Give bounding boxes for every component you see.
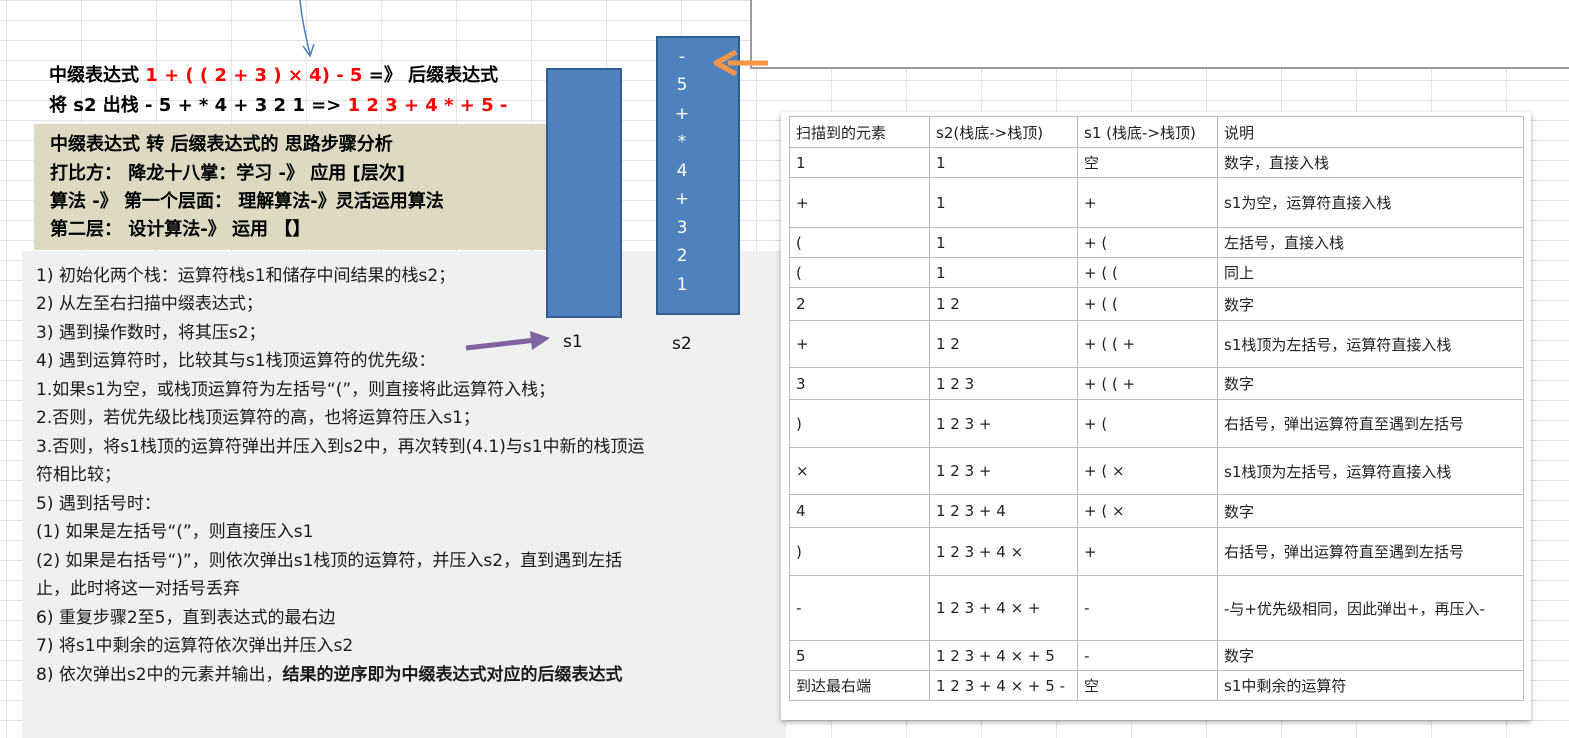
cell: s1中剩余的运算符 <box>1217 670 1524 701</box>
table-row: 41 2 3 + 4 + ( × 数字 <box>789 494 1524 528</box>
cell: 1 <box>789 147 930 178</box>
cell: 1 2 3 + <box>929 399 1078 448</box>
cell: ) <box>789 527 930 576</box>
table-row: 到达最右端 1 2 3 + 4 × + 5 - 空 s1中剩余的运算符 <box>789 670 1524 701</box>
cell: s1栈顶为左括号，运算符直接入栈 <box>1217 447 1524 495</box>
table-row: (1 + (左括号，直接入栈 <box>789 227 1524 258</box>
table-row: -1 2 3 + 4 × + - -与+优先级相同，因此弹出+，再压入- <box>789 575 1524 641</box>
table-row: × 1 2 3 + + ( × s1栈顶为左括号，运算符直接入栈 <box>789 447 1524 495</box>
conversion-table: 扫描到的元素 s2(栈底->栈顶) s1 (栈底->栈顶) 说明 1 1 空数字，直… <box>789 116 1524 701</box>
cell: - <box>1077 640 1218 671</box>
cell: 右括号，弹出运算符直至遇到左括号 <box>1217 527 1524 576</box>
conversion-table-card: 扫描到的元素 s2(栈底->栈顶) s1 (栈底->栈顶) 说明 1 1 空数字，直… <box>781 112 1531 720</box>
cell: 1 2 3 + 4 × <box>929 527 1078 576</box>
cell: 1 2 3 + 4 <box>929 494 1078 528</box>
cell: + <box>789 320 930 368</box>
cell: 数字 <box>1217 287 1524 321</box>
cell: + ( ( + <box>1077 367 1218 400</box>
cell: - <box>789 575 930 641</box>
cell: 4 <box>789 494 930 528</box>
table-row: 31 2 3 + ( ( + 数字 <box>789 367 1524 400</box>
cell: ) <box>789 399 930 448</box>
cell: 1 2 3 + 4 × + <box>929 575 1078 641</box>
table-row: +1 + s1为空，运算符直接入栈 <box>789 177 1524 228</box>
cell: -与+优先级相同，因此弹出+，再压入- <box>1217 575 1524 641</box>
cell: 到达最右端 <box>789 670 930 701</box>
cell: + ( × <box>1077 447 1218 495</box>
cell: + ( ( <box>1077 257 1218 288</box>
cell: + ( × <box>1077 494 1218 528</box>
cell: 2 <box>789 287 930 321</box>
col-header: 说明 <box>1217 116 1524 148</box>
cell: + ( ( <box>1077 287 1218 321</box>
cell: 数字 <box>1217 494 1524 528</box>
purple-arrow-icon <box>465 331 550 351</box>
cell: - <box>1077 575 1218 641</box>
cell: 5 <box>789 640 930 671</box>
cell: s1栈顶为左括号，运算符直接入栈 <box>1217 320 1524 368</box>
cell: + ( <box>1077 399 1218 448</box>
cell: 数字，直接入栈 <box>1217 147 1524 178</box>
cell: 1 <box>929 257 1078 288</box>
table-header-row: 扫描到的元素 s2(栈底->栈顶) s1 (栈底->栈顶) 说明 <box>789 116 1524 148</box>
col-header: s1 (栈底->栈顶) <box>1077 116 1218 148</box>
table-row: 21 2 + ( (数字 <box>789 287 1524 321</box>
cell: ( <box>789 227 930 258</box>
cell: 右括号，弹出运算符直至遇到左括号 <box>1217 399 1524 448</box>
cell: 1 2 3 + <box>929 447 1078 495</box>
cell: 空 <box>1077 670 1218 701</box>
cell: ( <box>789 257 930 288</box>
cell: 1 <box>929 147 1078 178</box>
table-row: 1 1 空数字，直接入栈 <box>789 147 1524 178</box>
cell: 同上 <box>1217 257 1524 288</box>
cell: + ( ( + <box>1077 320 1218 368</box>
cell: 3 <box>789 367 930 400</box>
cell: 1 2 3 + 4 × + 5 <box>929 640 1078 671</box>
blue-arrow-icon <box>299 0 315 58</box>
cell: 空 <box>1077 147 1218 178</box>
cell: 左括号，直接入栈 <box>1217 227 1524 258</box>
orange-arrow-icon <box>713 49 768 77</box>
cell: + <box>1077 177 1218 228</box>
cell: 数字 <box>1217 367 1524 400</box>
cell: 数字 <box>1217 640 1524 671</box>
cell: 1 2 <box>929 287 1078 321</box>
cell: 1 <box>929 177 1078 228</box>
cell: × <box>789 447 930 495</box>
col-header: 扫描到的元素 <box>789 116 930 148</box>
table-row: (1 + ( (同上 <box>789 257 1524 288</box>
table-row: ) 1 2 3 + 4 × + 右括号，弹出运算符直至遇到左括号 <box>789 527 1524 576</box>
table-row: ) 1 2 3 + + (右括号，弹出运算符直至遇到左括号 <box>789 399 1524 448</box>
table-row: +1 2 + ( ( + s1栈顶为左括号，运算符直接入栈 <box>789 320 1524 368</box>
cell: + <box>1077 527 1218 576</box>
cell: s1为空，运算符直接入栈 <box>1217 177 1524 228</box>
cell: 1 2 3 <box>929 367 1078 400</box>
cell: + <box>789 177 930 228</box>
cell: 1 2 <box>929 320 1078 368</box>
cell: + ( <box>1077 227 1218 258</box>
table-row: 51 2 3 + 4 × + 5- 数字 <box>789 640 1524 671</box>
col-header: s2(栈底->栈顶) <box>929 116 1078 148</box>
cell: 1 <box>929 227 1078 258</box>
cell-final-result: 1 2 3 + 4 × + 5 - <box>929 670 1078 701</box>
